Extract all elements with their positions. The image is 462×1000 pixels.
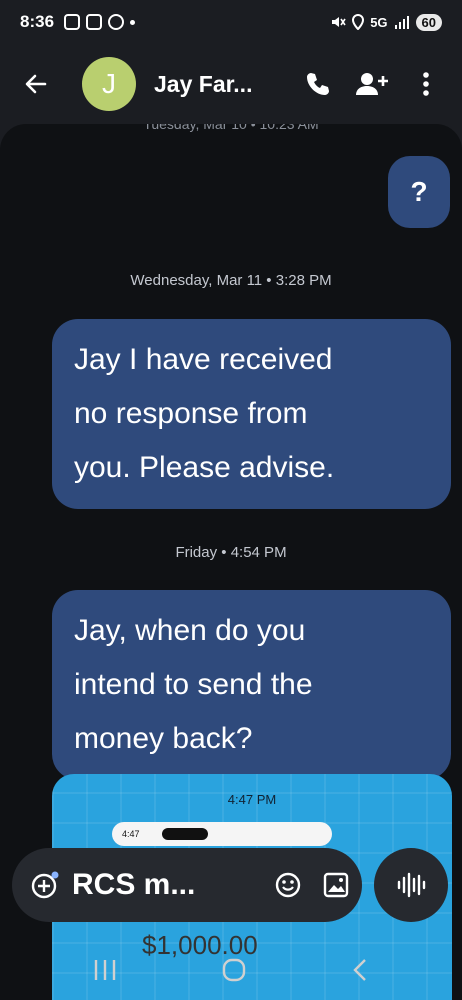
more-vertical-icon [423, 72, 429, 96]
add-person-icon [356, 73, 388, 95]
timestamp-partial: Tuesday, Mar 10 • 10:23 AM [143, 124, 319, 132]
audio-waveform-icon [397, 872, 426, 898]
image-dynamic-island [161, 828, 208, 840]
message-line: intend to send the [74, 668, 313, 701]
add-attachment-icon[interactable] [30, 870, 60, 900]
arrow-left-icon [25, 74, 47, 94]
image-phone-time: 4:47 [122, 829, 140, 839]
message-line: no response from [74, 397, 308, 430]
contact-notification-icon [108, 14, 125, 30]
more-options-button[interactable] [404, 62, 448, 106]
message-line: Jay I have received [74, 343, 333, 376]
add-contact-button[interactable] [350, 62, 394, 106]
message-composer[interactable]: RCS m... [12, 848, 362, 922]
message-bubble[interactable]: ? [388, 156, 450, 228]
phone-icon [307, 73, 329, 95]
message-bubble[interactable]: Jay, when do you intend to send the mone… [52, 590, 451, 780]
call-button[interactable] [296, 62, 340, 106]
message-line: you. Please advise. [74, 451, 335, 484]
message-bubble[interactable]: Jay I have received no response from you… [52, 319, 451, 509]
back-nav-button[interactable] [350, 957, 370, 983]
image-phone-status: 4:47 [112, 822, 332, 846]
app-notification-icon [86, 14, 103, 30]
voice-message-button[interactable] [374, 848, 448, 922]
conversation-header: J Jay Far... [0, 46, 462, 122]
avatar[interactable]: J [82, 57, 136, 111]
back-button[interactable] [14, 62, 58, 106]
network-type: 5G [370, 14, 388, 30]
gallery-icon[interactable] [322, 871, 350, 899]
status-time: 8:36 [20, 12, 55, 31]
mute-icon [332, 17, 346, 27]
timestamp-divider: Wednesday, Mar 11 • 3:28 PM [130, 272, 332, 289]
battery-indicator: 60 [415, 13, 442, 31]
status-system-icons: 5G 60 [330, 13, 442, 31]
message-line: money back? [74, 722, 253, 755]
recent-apps-button[interactable] [92, 958, 118, 982]
home-button[interactable] [221, 957, 247, 983]
image-time: 4:47 PM [227, 792, 277, 807]
message-input[interactable]: RCS m... [72, 868, 195, 902]
status-bar: 8:36 5G 60 [0, 0, 462, 44]
timestamp-divider: Friday • 4:54 PM [175, 544, 287, 561]
emoji-icon[interactable] [274, 871, 302, 899]
system-navigation-bar [0, 940, 462, 1000]
more-notifications-icon [130, 19, 136, 25]
contact-name[interactable]: Jay Far... [154, 71, 252, 98]
signal-icon [394, 16, 409, 29]
location-icon [352, 14, 365, 30]
status-notification-icons [64, 14, 136, 30]
screenshot-icon [64, 14, 81, 30]
message-line: Jay, when do you [74, 614, 306, 647]
